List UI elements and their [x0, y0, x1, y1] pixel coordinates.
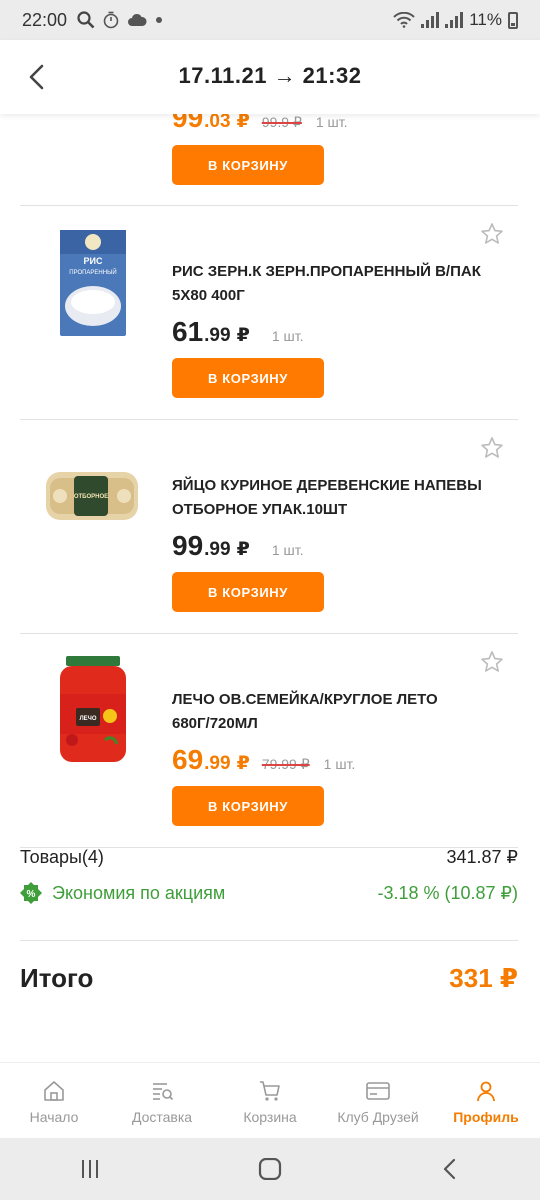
page-title: 17.11.21 → 21:32 — [178, 63, 362, 88]
nav-home-label: Начало — [29, 1109, 79, 1125]
signal-icon — [421, 12, 440, 28]
goods-row: Товары(4) 341.87 ₽ — [20, 847, 518, 868]
savings-value: -3.18 % (10.87 ₽) — [377, 882, 518, 903]
recent-apps-icon[interactable] — [78, 1158, 102, 1180]
price-currency: ₽ — [236, 325, 250, 346]
add-to-cart-button[interactable]: В КОРЗИНУ — [172, 358, 324, 398]
timer-icon — [103, 11, 119, 29]
product-name: РИС ЗЕРН.К ЗЕРН.ПРОПАРЕННЫЙ В/ПАК 5Х80 4… — [172, 263, 481, 304]
add-to-cart-button[interactable]: В КОРЗИНУ — [172, 145, 324, 185]
total-value: 331 ₽ — [449, 963, 518, 993]
item-quantity: 1 шт. — [271, 328, 304, 344]
eggs-package-text: ОТБОРНОЕ — [74, 494, 108, 500]
price-rubles: 99 — [172, 530, 204, 561]
price-kopecks: .99 — [204, 753, 231, 774]
battery-percent: 11% — [469, 10, 502, 29]
order-item: ОТБОРНОЕ ЯЙЦО КУРИНОЕ ДЕРЕВЕНСКИЕ НАПЕВЫ… — [20, 420, 518, 634]
item-quantity: 1 шт. — [323, 756, 356, 772]
item-price: 99 .03 ₽ 99.9 ₽ 1 шт. — [172, 114, 348, 134]
product-name: ЛЕЧО ОВ.СЕМЕЙКА/КРУГЛОЕ ЛЕТО 680Г/720МЛ — [172, 691, 438, 732]
price-kopecks: .03 — [204, 114, 231, 132]
svg-text:РИС: РИС — [84, 256, 103, 266]
nav-home[interactable]: Начало — [0, 1063, 108, 1138]
item-price: 69 .99 ₽ 79.99 ₽ 1 шт. — [172, 744, 355, 776]
home-icon — [44, 1081, 64, 1101]
cloud-icon — [128, 13, 147, 26]
system-back-icon[interactable] — [438, 1158, 462, 1180]
order-summary: Товары(4) 341.87 ₽ % Экономия по акциям … — [20, 847, 518, 994]
total-label: Итого — [20, 963, 94, 993]
product-image-eggs: ОТБОРНОЕ — [46, 468, 138, 524]
product-image — [50, 114, 136, 118]
item-quantity: 1 шт. — [271, 542, 304, 558]
product-image-lecho: ЛЕЧО — [50, 654, 136, 764]
search-icon — [77, 11, 95, 29]
nav-cart-label: Корзина — [243, 1109, 297, 1125]
price-rubles: 61 — [172, 316, 204, 347]
system-navigation-bar — [0, 1138, 540, 1200]
order-item: 99 .03 ₽ 99.9 ₽ 1 шт. В КОРЗИНУ — [20, 114, 518, 206]
summary-divider — [20, 940, 518, 941]
nav-club[interactable]: Клуб Друзей — [324, 1063, 432, 1138]
order-item: РИС ПРОПАРЕННЫЙ РИС ЗЕРН.К ЗЕРН.ПРОПАРЕН… — [20, 206, 518, 420]
signal-icon-2 — [445, 12, 464, 28]
price-kopecks: .99 — [204, 539, 231, 560]
price-kopecks: .99 — [204, 325, 231, 346]
price-rubles: 99 — [172, 114, 204, 133]
favorite-star-icon[interactable] — [480, 436, 504, 460]
add-to-cart-button[interactable]: В КОРЗИНУ — [172, 786, 324, 826]
old-price: 99.9 ₽ — [261, 114, 302, 130]
goods-value: 341.87 ₽ — [446, 847, 518, 867]
price-rubles: 69 — [172, 744, 204, 775]
home-button-icon[interactable] — [258, 1158, 282, 1180]
nav-cart[interactable]: Корзина — [216, 1063, 324, 1138]
goods-label: Товары(4) — [20, 847, 104, 867]
order-header: 17.11.21 → 21:32 — [0, 40, 540, 114]
status-bar: 22:00 11% — [0, 0, 540, 40]
item-price: 99 .99 ₽ 1 шт. — [172, 530, 303, 562]
notification-dot-icon — [156, 17, 163, 23]
savings-row: % Экономия по акциям -3.18 % (10.87 ₽) — [20, 882, 518, 904]
wifi-icon — [393, 12, 415, 28]
svg-text:ПРОПАРЕННЫЙ: ПРОПАРЕННЫЙ — [69, 268, 116, 276]
club-card-icon — [366, 1082, 390, 1100]
price-currency: ₽ — [236, 114, 250, 132]
item-price: 61 .99 ₽ 1 шт. — [172, 316, 303, 348]
status-time: 22:00 — [22, 9, 68, 30]
svg-text:%: % — [27, 889, 36, 900]
nav-club-label: Клуб Друзей — [337, 1109, 419, 1125]
nav-profile-label: Профиль — [453, 1109, 519, 1125]
battery-icon — [508, 11, 518, 29]
savings-label-wrap: % Экономия по акциям — [20, 882, 225, 904]
order-items-list[interactable]: 99 .03 ₽ 99.9 ₽ 1 шт. В КОРЗИНУ РИС ПРОП… — [0, 114, 540, 1062]
order-item: ЛЕЧО ЛЕЧО ОВ.СЕМЕЙКА/КРУГЛОЕ ЛЕТО 680Г/7… — [20, 634, 518, 848]
item-quantity: 1 шт. — [315, 114, 348, 130]
nav-delivery[interactable]: Доставка — [108, 1063, 216, 1138]
profile-icon — [477, 1081, 495, 1102]
add-to-cart-button[interactable]: В КОРЗИНУ — [172, 572, 324, 612]
price-currency: ₽ — [236, 539, 250, 560]
price-currency: ₽ — [236, 753, 250, 774]
old-price: 79.99 ₽ — [261, 756, 310, 772]
lecho-jar-text: ЛЕЧО — [79, 716, 96, 722]
cart-icon — [260, 1081, 280, 1101]
favorite-star-icon[interactable] — [480, 650, 504, 674]
product-image-rice: РИС ПРОПАРЕННЫЙ — [50, 228, 136, 338]
favorite-star-icon[interactable] — [480, 222, 504, 246]
bottom-navigation: Начало Доставка Корзина Клуб Друзей Проф… — [0, 1062, 540, 1138]
nav-delivery-label: Доставка — [131, 1109, 193, 1125]
savings-label: Экономия по акциям — [52, 882, 226, 903]
product-name: ЯЙЦО КУРИНОЕ ДЕРЕВЕНСКИЕ НАПЕВЫ ОТБОРНОЕ… — [172, 477, 482, 518]
total-row: Итого 331 ₽ — [20, 963, 518, 994]
nav-profile[interactable]: Профиль — [432, 1063, 540, 1138]
delivery-list-icon — [153, 1083, 174, 1101]
discount-badge-icon: % — [20, 882, 42, 904]
